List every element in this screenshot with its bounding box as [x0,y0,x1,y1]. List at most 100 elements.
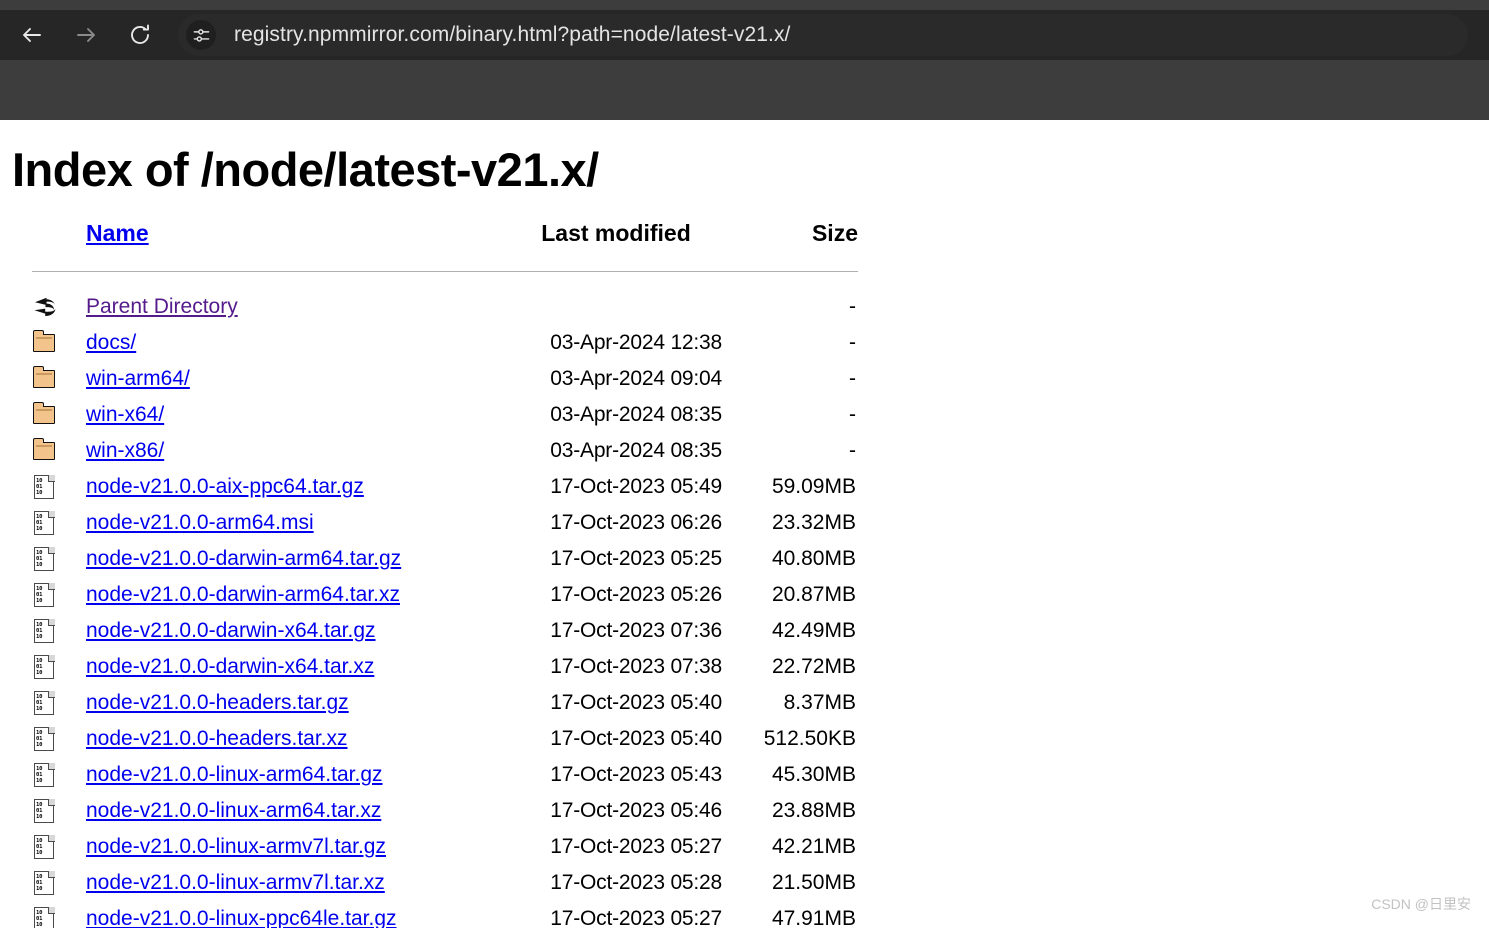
row-icon-cell: 10 01 10 [32,613,86,649]
row-size-cell: 21.50MB [771,871,856,894]
row-icon-cell: 10 01 10 [32,469,86,505]
row-name-cell: node-v21.0.0-darwin-x64.tar.xz [86,649,486,685]
row-last-modified-cell: 17-Oct-2023 07:38 [550,655,722,678]
row-last-modified-cell: 17-Oct-2023 07:36 [550,619,722,642]
file-link[interactable]: node-v21.0.0-darwin-x64.tar.gz [86,619,376,642]
horizontal-rule [32,270,858,272]
row-name-cell: node-v21.0.0-arm64.msi [86,505,486,541]
row-last-modified-cell: 17-Oct-2023 05:40 [550,727,722,750]
binary-file-icon: 10 01 10 [32,870,58,896]
forward-arrow-icon [77,28,95,42]
row-name-cell: node-v21.0.0-linux-ppc64le.tar.gz [86,901,486,928]
row-last-modified-cell: 03-Apr-2024 08:35 [550,403,722,426]
row-last-modified-cell: 17-Oct-2023 05:27 [550,907,722,928]
row-icon-cell: 10 01 10 [32,505,86,541]
row-size-cell: 23.32MB [771,511,856,534]
row-icon-cell: 10 01 10 [32,793,86,829]
row-size-cell: 40.80MB [771,547,856,570]
column-header-icon [32,220,86,253]
row-size-cell: 42.49MB [771,619,856,642]
file-link[interactable]: node-v21.0.0-linux-arm64.tar.gz [86,763,383,786]
file-link[interactable]: docs/ [86,331,136,354]
navigation-buttons [0,10,162,60]
row-name-cell: node-v21.0.0-darwin-x64.tar.gz [86,613,486,649]
row-last-modified-cell: 17-Oct-2023 05:40 [550,691,722,714]
row-size-cell: 23.88MB [771,799,856,822]
file-link[interactable]: node-v21.0.0-darwin-arm64.tar.gz [86,547,401,570]
row-name-cell: win-arm64/ [86,361,486,397]
row-icon-cell: 10 01 10 [32,649,86,685]
row-icon-cell [32,433,86,469]
back-button[interactable] [10,13,54,57]
folder-icon [32,401,58,428]
sort-by-name-link[interactable]: Name [86,220,149,246]
table-row: win-arm64/03-Apr-2024 09:04 - [32,361,858,397]
row-last-modified-cell: 03-Apr-2024 09:04 [550,367,722,390]
file-link[interactable]: win-arm64/ [86,367,190,390]
forward-button[interactable] [64,13,108,57]
file-link[interactable]: win-x64/ [86,403,164,426]
row-size-cell: - [849,331,856,354]
row-icon-cell: 10 01 10 [32,685,86,721]
table-row: 10 01 10 node-v21.0.0-linux-ppc64le.tar.gz 1… [32,901,858,928]
reload-button[interactable] [118,13,162,57]
file-link[interactable]: node-v21.0.0-linux-ppc64le.tar.gz [86,907,397,928]
row-size-cell: - [849,403,856,426]
file-link[interactable]: win-x86/ [86,439,164,462]
table-row: 10 01 10 node-v21.0.0-arm64.msi 17-Oct-2023 … [32,505,858,541]
tune-sliders-icon [193,28,209,42]
row-last-modified-cell: 17-Oct-2023 05:25 [550,547,722,570]
table-row: 10 01 10 node-v21.0.0-linux-arm64.tar.xz 17-… [32,793,858,829]
site-settings-button[interactable] [186,20,216,50]
row-name-cell: node-v21.0.0-aix-ppc64.tar.gz [86,469,486,505]
file-link[interactable]: node-v21.0.0-arm64.msi [86,511,314,534]
row-last-modified-cell: 03-Apr-2024 12:38 [550,331,722,354]
binary-file-icon: 10 01 10 [32,654,58,680]
row-last-modified-cell: 17-Oct-2023 05:28 [550,871,722,894]
parent-directory-arrow-glyph [34,297,56,316]
row-name-cell: node-v21.0.0-linux-arm64.tar.gz [86,757,486,793]
table-header-row: Name Last modified Size [32,220,858,253]
binary-file-icon: 10 01 10 [32,690,58,716]
file-link[interactable]: node-v21.0.0-darwin-x64.tar.xz [86,655,374,678]
row-name-cell: docs/ [86,325,486,361]
file-link[interactable]: Parent Directory [86,295,238,318]
url-text: registry.npmmirror.com/binary.html?path=… [234,23,791,46]
row-name-cell: node-v21.0.0-headers.tar.gz [86,685,486,721]
row-size-cell: - [849,367,856,390]
file-link[interactable]: node-v21.0.0-linux-armv7l.tar.xz [86,871,385,894]
row-size-cell: 59.09MB [771,475,856,498]
row-size-cell: 8.37MB [783,691,856,714]
row-last-modified-cell: 17-Oct-2023 05:26 [550,583,722,606]
column-header-size: Size [811,220,858,246]
page-title: Index of /node/latest-v21.x/ [12,143,599,196]
table-row: 10 01 10 node-v21.0.0-headers.tar.xz 17-Oct-… [32,721,858,757]
row-name-cell: win-x64/ [86,397,486,433]
row-last-modified-cell [486,289,746,325]
header-separator-row [32,253,858,289]
file-link[interactable]: node-v21.0.0-aix-ppc64.tar.gz [86,475,364,498]
column-header-last-modified: Last modified [541,220,691,246]
file-link[interactable]: node-v21.0.0-darwin-arm64.tar.xz [86,583,400,606]
file-link[interactable]: node-v21.0.0-headers.tar.xz [86,727,348,750]
binary-file-icon: 10 01 10 [32,474,58,500]
reload-icon [131,24,149,44]
row-size-cell: 47.91MB [771,907,856,928]
row-last-modified-cell: 17-Oct-2023 05:49 [550,475,722,498]
file-link[interactable]: node-v21.0.0-linux-arm64.tar.xz [86,799,381,822]
row-name-cell: node-v21.0.0-headers.tar.xz [86,721,486,757]
row-size-cell: 22.72MB [771,655,856,678]
row-icon-cell [32,361,86,397]
row-last-modified-cell: 17-Oct-2023 05:46 [550,799,722,822]
table-row: win-x64/03-Apr-2024 08:35 - [32,397,858,433]
row-name-cell: node-v21.0.0-darwin-arm64.tar.xz [86,577,486,613]
file-link[interactable]: node-v21.0.0-headers.tar.gz [86,691,349,714]
table-row: 10 01 10 node-v21.0.0-linux-armv7l.tar.gz 17… [32,829,858,865]
column-header-name: Name [86,220,486,253]
file-link[interactable]: node-v21.0.0-linux-armv7l.tar.gz [86,835,386,858]
row-icon-cell: 10 01 10 [32,901,86,928]
row-size-cell: 512.50KB [763,727,856,750]
address-bar[interactable]: registry.npmmirror.com/binary.html?path=… [178,14,1468,56]
row-icon-cell: 10 01 10 [32,829,86,865]
table-row: 10 01 10 node-v21.0.0-darwin-arm64.tar.xz 17… [32,577,858,613]
